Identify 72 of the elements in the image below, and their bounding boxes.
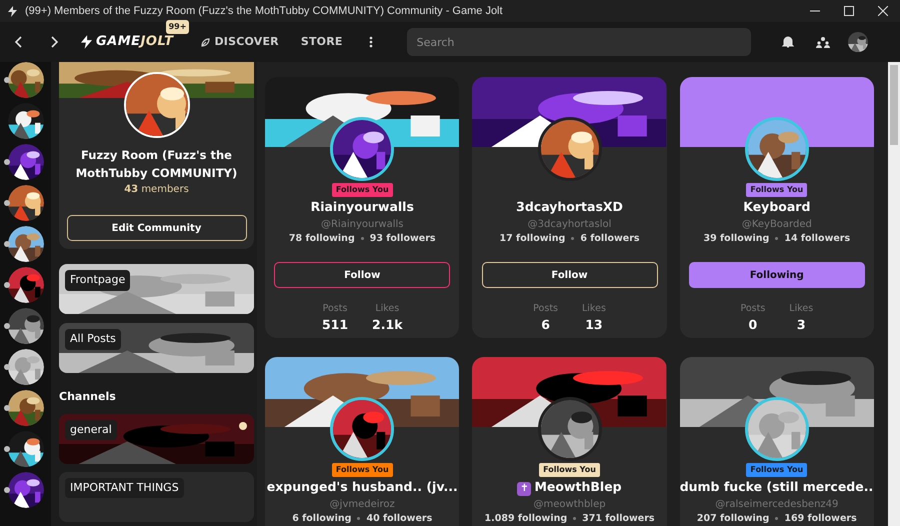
user-handle: @jvmedeiroz [328,498,396,512]
followers-count[interactable]: 371 followers [582,512,655,526]
logo[interactable]: GAMEJOLT [96,32,174,52]
user-handle: @KeyBoarded [740,218,813,232]
stat-value: 2.1k [372,316,403,334]
more-icon[interactable] [368,36,373,48]
follow-button[interactable]: Follow [482,262,658,288]
user-card[interactable]: Follows You Keyboard @KeyBoarded 39 following 14 followers Following Posts 0 Likes 3 [680,77,874,338]
stat-label: Likes [582,302,606,316]
member-count[interactable]: 43 members [59,182,254,197]
forward-icon[interactable] [51,36,59,48]
following-count[interactable]: 6 following [292,512,352,526]
people-icon[interactable] [816,36,830,48]
following-count[interactable]: 39 following [704,232,770,246]
notification-badge: 99+ [166,20,190,34]
followers-count[interactable]: 93 followers [370,232,436,246]
feed-link[interactable]: Frontpage [65,270,130,290]
follows-you-badge: Follows You [332,463,393,477]
user-name[interactable]: 3dcayhortasXD [472,198,667,217]
leaf-icon [201,38,210,46]
stat-label: Posts [740,302,766,316]
followers-count[interactable]: 14 followers [784,232,850,246]
scrollbar-thumb[interactable] [890,65,898,145]
user-name[interactable]: Keyboard [680,198,874,217]
stat-value: 13 [584,316,604,334]
user-name[interactable]: dumb fucke (still mercede... [680,478,874,497]
nav-link[interactable]: STORE [300,34,343,50]
following-count[interactable]: 207 following [696,512,770,526]
user-handle: @3dcayhortaslol [526,218,612,232]
follows-you-badge: Follows You [746,463,808,477]
user-handle: @Riainyourwalls [320,218,404,232]
user-name[interactable]: Riainyourwalls [265,198,460,217]
user-handle: @meowthblep [532,498,607,512]
stat-value: 0 [748,316,758,334]
channel-link[interactable]: IMPORTANT THINGS [65,478,184,498]
window-title: (99+) Members of the Fuzzy Room (Fuzz's the MothTubby COMMUNITY) Community - Game Jolt [25,4,503,19]
follow-button[interactable]: Following [688,262,865,288]
user-name[interactable]: expunged's husband.. (jv... [265,478,460,497]
stat-label: Likes [789,302,814,316]
stat-label: Posts [533,302,558,316]
close-icon[interactable] [878,6,888,16]
app-icon [8,6,17,16]
back-icon[interactable] [14,36,22,48]
feed-link[interactable]: All Posts [65,329,121,350]
community-name: Fuzzy Room (Fuzz's the MothTubby COMMUNITY) [74,147,238,182]
maximize-icon[interactable] [844,6,854,16]
bell-icon[interactable] [782,36,794,48]
follows-you-badge: Follows You [746,183,808,197]
stat-label: Posts [322,302,348,316]
followers-count[interactable]: 6 followers [580,232,640,246]
channel-link[interactable]: general [65,420,117,440]
channel-card[interactable]: IMPORTANT THINGS [59,472,254,522]
follows-you-badge: Follows You [539,463,600,477]
nav-link[interactable]: DISCOVER [201,34,279,50]
follows-you-badge: Follows You [332,183,393,197]
followers-count[interactable]: 40 followers [366,512,432,526]
section-heading: Channels [59,389,117,405]
following-count[interactable]: 78 following [288,232,355,246]
edit-community-button[interactable]: Edit Community [66,215,246,241]
stat-value: 6 [540,316,551,334]
following-count[interactable]: 17 following [500,232,566,246]
user-name[interactable]: ✝ MeowthBlep [472,478,667,497]
following-count[interactable]: 1.089 following [484,512,568,526]
user-handle: @ralseimercedesbenz49 [714,498,840,512]
stat-value: 3 [796,316,807,334]
search-field[interactable]: Search [406,28,751,56]
stat-value: 511 [322,316,348,334]
follow-button[interactable]: Follow [274,262,450,288]
followers-count[interactable]: 169 followers [784,512,857,526]
rail-item[interactable] [8,103,44,139]
stat-label: Likes [374,302,400,316]
bolt-icon [81,35,92,49]
